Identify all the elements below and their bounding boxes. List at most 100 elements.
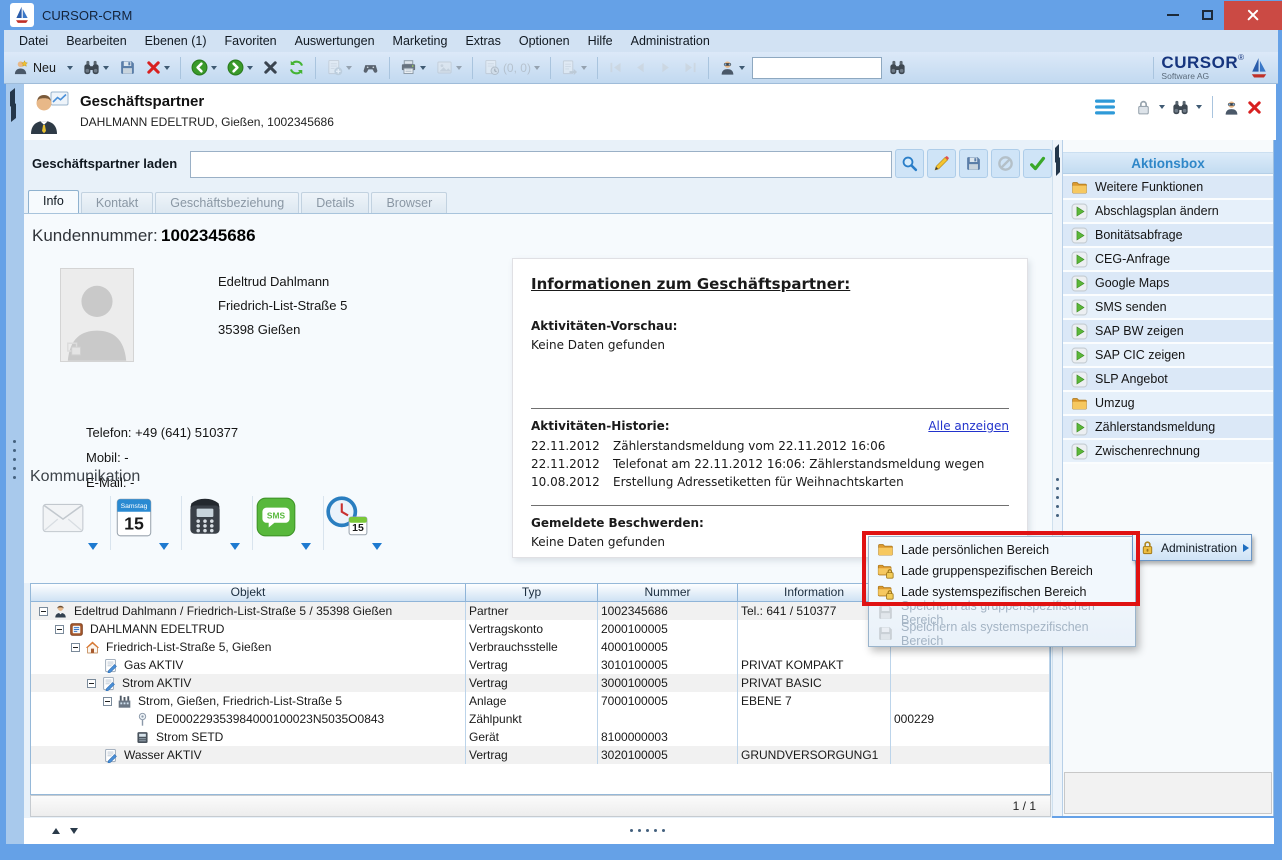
menu-item-hilfe[interactable]: Hilfe: [579, 30, 622, 52]
nav-last-button[interactable]: [680, 58, 701, 77]
lock-icon[interactable]: [1135, 99, 1152, 116]
back-button[interactable]: [188, 57, 220, 78]
email-action[interactable]: [40, 494, 110, 552]
edit-chip-button[interactable]: [927, 149, 956, 178]
column-header-Nummer[interactable]: Nummer: [598, 584, 738, 601]
calendar-action[interactable]: Samstag15: [111, 494, 181, 552]
menu-item-auswertungen[interactable]: Auswertungen: [286, 30, 384, 52]
menu-item-administration[interactable]: Administration: [622, 30, 719, 52]
collapse-expander-icon[interactable]: [103, 697, 112, 706]
history-button[interactable]: (0, 0): [480, 57, 543, 78]
close-record-icon[interactable]: [1247, 100, 1262, 115]
expand-right-icon[interactable]: [11, 100, 16, 122]
sms-action[interactable]: SMS: [253, 494, 323, 552]
cancel-button[interactable]: [260, 58, 281, 77]
context-menu-item-2[interactable]: Lade gruppenspezifischen Bereich: [869, 560, 1135, 581]
search-chip-button[interactable]: [895, 149, 924, 178]
caret-down-icon[interactable]: [1159, 105, 1165, 109]
aktionsbox-item-sap-cic-zeigen[interactable]: SAP CIC zeigen: [1063, 344, 1273, 368]
aktionsbox-item-zwischenrechnung[interactable]: Zwischenrechnung: [1063, 440, 1273, 464]
menu-item-optionen[interactable]: Optionen: [510, 30, 579, 52]
collapse-expander-icon[interactable]: [39, 607, 48, 616]
tab-info[interactable]: Info: [28, 190, 79, 213]
tab-kontakt[interactable]: Kontakt: [81, 192, 153, 213]
tab-details[interactable]: Details: [301, 192, 369, 213]
table-row[interactable]: DE000229353984000100023N5035O0843Zählpun…: [31, 710, 1050, 728]
save-button[interactable]: [116, 57, 139, 78]
quick-search-person-button[interactable]: [716, 57, 748, 78]
contact-photo[interactable]: [60, 268, 134, 362]
menu-item-datei[interactable]: Datei: [10, 30, 57, 52]
image-button[interactable]: [433, 57, 465, 78]
delete-button[interactable]: [143, 58, 173, 77]
quick-search-go-button[interactable]: [886, 57, 909, 78]
table-row[interactable]: Strom, Gießen, Friedrich-List-Straße 5An…: [31, 692, 1050, 710]
left-splitter[interactable]: [6, 84, 24, 844]
export-button[interactable]: [558, 57, 590, 78]
menu-hamburger-icon[interactable]: [1095, 99, 1115, 115]
forward-button[interactable]: [224, 57, 256, 78]
person-search-icon[interactable]: [1223, 99, 1240, 116]
print-button[interactable]: [397, 57, 429, 78]
phone-action[interactable]: [182, 494, 252, 552]
aktionsbox-item-z-hlerstandsmeldung[interactable]: Zählerstandsmeldung: [1063, 416, 1273, 440]
aktionsbox-item-slp-angebot[interactable]: SLP Angebot: [1063, 368, 1273, 392]
caret-down-icon[interactable]: [1196, 105, 1202, 109]
table-row[interactable]: Wasser AKTIVVertrag3020100005GRUNDVERSOR…: [31, 746, 1050, 764]
minimize-button[interactable]: [1156, 1, 1190, 30]
quick-search-input[interactable]: [752, 57, 882, 79]
businesspartner-load-input[interactable]: [190, 151, 892, 178]
splitter-down-icon[interactable]: [70, 828, 78, 834]
maximize-button[interactable]: [1190, 1, 1224, 30]
caret-down-icon[interactable]: [372, 543, 382, 550]
save-chip-button[interactable]: [959, 149, 988, 178]
horizontal-splitter-handle[interactable]: [630, 829, 665, 832]
aktionsbox-item-abschlagsplan-ndern[interactable]: Abschlagsplan ändern: [1063, 200, 1273, 224]
menu-item-ebenen-1-[interactable]: Ebenen (1): [136, 30, 216, 52]
table-row[interactable]: Gas AKTIVVertrag3010100005PRIVAT KOMPAKT: [31, 656, 1050, 674]
nav-first-button[interactable]: [605, 58, 626, 77]
menu-item-bearbeiten[interactable]: Bearbeiten: [57, 30, 135, 52]
administration-button[interactable]: Administration: [1132, 534, 1252, 561]
binoculars-icon[interactable]: [1172, 99, 1189, 116]
caret-down-icon[interactable]: [88, 543, 98, 550]
caret-down-icon[interactable]: [301, 543, 311, 550]
menu-item-favoriten[interactable]: Favoriten: [216, 30, 286, 52]
context-menu-item-1[interactable]: Lade persönlichen Bereich: [869, 539, 1135, 560]
termin-action[interactable]: 15: [324, 494, 394, 552]
aktionsbox-item-umzug[interactable]: Umzug: [1063, 392, 1273, 416]
collapse-expander-icon[interactable]: [71, 643, 80, 652]
right-splitter[interactable]: [1052, 140, 1062, 816]
splitter-handle[interactable]: [1056, 478, 1059, 517]
splitter-handle[interactable]: [13, 440, 16, 479]
discard-chip-button[interactable]: [991, 149, 1020, 178]
collapse-expander-icon[interactable]: [87, 679, 96, 688]
refresh-button[interactable]: [285, 57, 308, 78]
column-header-Objekt[interactable]: Objekt: [31, 584, 466, 601]
tab-browser[interactable]: Browser: [371, 192, 447, 213]
menu-item-marketing[interactable]: Marketing: [384, 30, 457, 52]
new-document-button[interactable]: [323, 57, 355, 78]
new-button[interactable]: Neu: [10, 57, 76, 78]
close-button[interactable]: [1224, 1, 1282, 30]
aktionsbox-item-ceg-anfrage[interactable]: CEG-Anfrage: [1063, 248, 1273, 272]
workflow-button[interactable]: [359, 57, 382, 78]
table-row[interactable]: Strom AKTIVVertrag3000100005PRIVAT BASIC: [31, 674, 1050, 692]
aktionsbox-item-weitere-funktionen[interactable]: Weitere Funktionen: [1063, 176, 1273, 200]
menu-item-extras[interactable]: Extras: [456, 30, 509, 52]
collapse-expander-icon[interactable]: [55, 625, 64, 634]
caret-down-icon[interactable]: [159, 543, 169, 550]
aktionsbox-item-bonit-tsabfrage[interactable]: Bonitätsabfrage: [1063, 224, 1273, 248]
nav-prev-button[interactable]: [630, 58, 651, 77]
table-row[interactable]: Strom SETDGerät8100000003: [31, 728, 1050, 746]
confirm-chip-button[interactable]: [1023, 149, 1052, 178]
expand-right-icon[interactable]: [1056, 154, 1060, 176]
tab-geschäftsbeziehung[interactable]: Geschäftsbeziehung: [155, 192, 299, 213]
aktionsbox-item-google-maps[interactable]: Google Maps: [1063, 272, 1273, 296]
alle-anzeigen-link[interactable]: Alle anzeigen: [928, 419, 1009, 433]
aktionsbox-item-sap-bw-zeigen[interactable]: SAP BW zeigen: [1063, 320, 1273, 344]
search-button[interactable]: [80, 57, 112, 78]
column-header-Typ[interactable]: Typ: [466, 584, 598, 601]
splitter-up-icon[interactable]: [52, 828, 60, 834]
aktionsbox-item-sms-senden[interactable]: SMS senden: [1063, 296, 1273, 320]
